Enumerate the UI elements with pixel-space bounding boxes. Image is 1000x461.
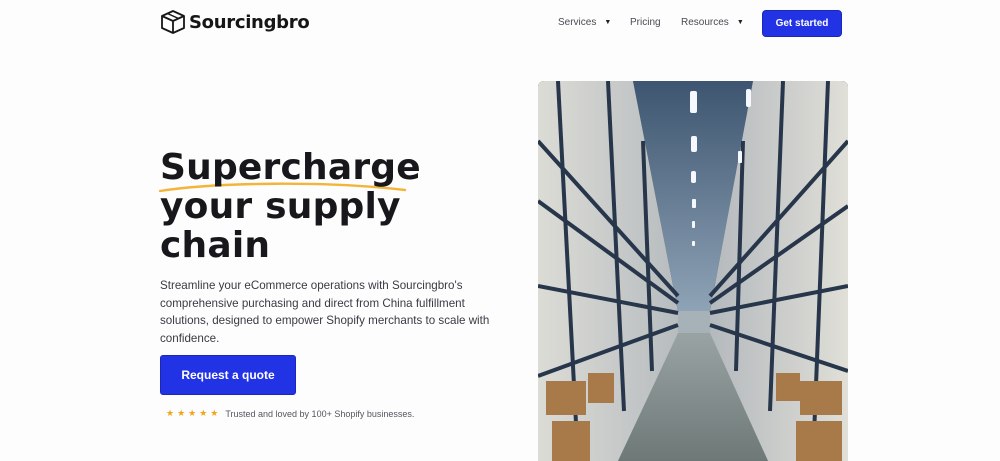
caret-down-icon: ▼ bbox=[736, 19, 744, 26]
brand-name: Sourcingbro bbox=[189, 11, 310, 33]
landing-page: Sourcingbro Services ▼ Pricing Resources… bbox=[0, 0, 1000, 461]
rating-row: ★★★★★ Trusted and loved by 100+ Shopify … bbox=[166, 408, 414, 419]
nav-item-pricing[interactable]: Pricing bbox=[630, 17, 661, 28]
headline-line: chain bbox=[160, 225, 271, 266]
headline-line: Supercharge bbox=[160, 147, 421, 188]
site-header: Sourcingbro Services ▼ Pricing Resources… bbox=[0, 0, 1000, 46]
box-icon bbox=[161, 10, 185, 34]
star-rating-icons: ★★★★★ bbox=[166, 408, 222, 418]
hero-subheadline: Streamline your eCommerce operations wit… bbox=[160, 279, 490, 345]
hero-headline: Supercharge your supply chain bbox=[160, 148, 421, 265]
headline-line: your supply bbox=[160, 186, 401, 227]
request-quote-button[interactable]: Request a quote bbox=[160, 355, 296, 395]
caret-down-icon: ▼ bbox=[604, 19, 612, 26]
nav-item-services[interactable]: Services ▼ bbox=[558, 17, 611, 28]
nav-label: Pricing bbox=[630, 17, 661, 28]
nav-label: Services bbox=[558, 17, 597, 28]
warehouse-image bbox=[538, 81, 848, 461]
nav-label: Resources bbox=[681, 17, 729, 28]
trust-text: Trusted and loved by 100+ Shopify busine… bbox=[225, 408, 415, 419]
nav-item-resources[interactable]: Resources ▼ bbox=[681, 17, 744, 28]
logo[interactable]: Sourcingbro bbox=[160, 9, 310, 35]
get-started-button[interactable]: Get started bbox=[762, 10, 842, 37]
